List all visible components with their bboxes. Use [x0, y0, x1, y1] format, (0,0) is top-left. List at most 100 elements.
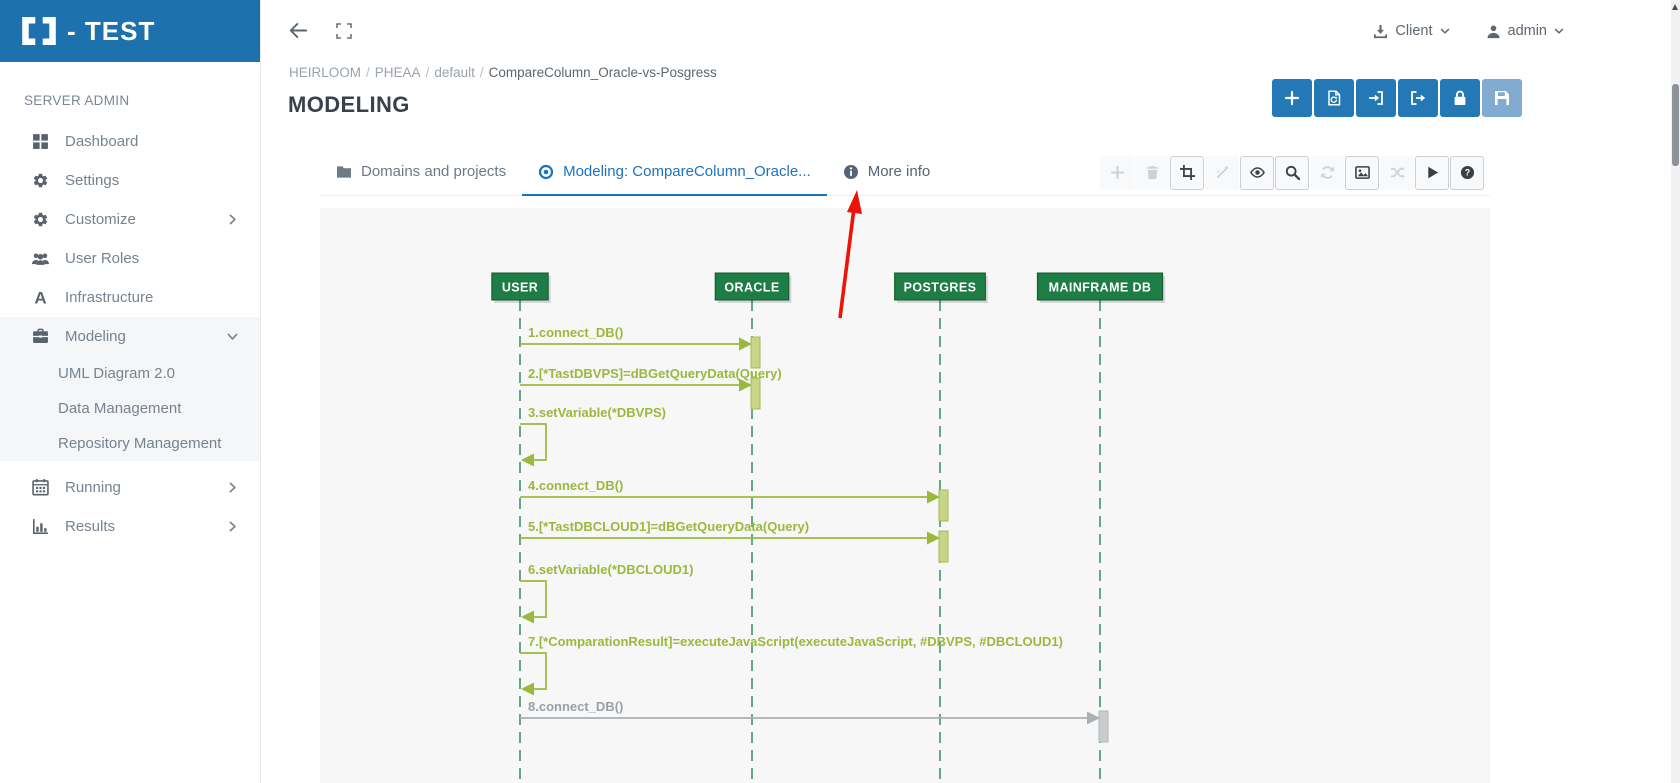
toolbar-crop-button[interactable]: [1170, 156, 1204, 190]
message-label: 2.[*TastDBVPS]=dBGetQueryData(Query): [528, 366, 782, 381]
sidebar-item-modeling[interactable]: Modeling: [0, 317, 260, 356]
lock-button[interactable]: [1440, 79, 1480, 117]
sidebar-item-results[interactable]: Results: [0, 507, 260, 546]
shuffle-icon: [1390, 165, 1405, 180]
arrowhead-icon: [521, 454, 534, 467]
breadcrumb-item[interactable]: HEIRLOOM: [289, 65, 361, 80]
heirloom-logo-icon: [22, 17, 56, 45]
message-1[interactable]: 1.connect_DB(): [520, 325, 752, 351]
sidebar-item-user-roles[interactable]: User Roles: [0, 239, 260, 278]
breadcrumb: HEIRLOOM/PHEAA/default/CompareColumn_Ora…: [289, 65, 717, 80]
toolbar-zoom-button[interactable]: [1275, 156, 1309, 190]
arrowhead-icon: [1087, 712, 1100, 725]
wand-icon: [1215, 165, 1230, 180]
action-buttons: [1272, 79, 1522, 117]
message-2[interactable]: 2.[*TastDBVPS]=dBGetQueryData(Query): [520, 366, 782, 392]
gear-icon: [32, 211, 51, 228]
page-title: MODELING: [288, 92, 410, 118]
activation-bar: [751, 337, 760, 368]
back-button[interactable]: [288, 21, 309, 40]
sidebar-item-infrastructure[interactable]: AInfrastructure: [0, 278, 260, 317]
toolbar-run-button[interactable]: [1415, 156, 1449, 190]
info-icon: [843, 164, 859, 180]
toolbar-image-button[interactable]: [1345, 156, 1379, 190]
arrowhead-icon: [927, 532, 940, 545]
sign-out-button[interactable]: [1398, 79, 1438, 117]
sidebar-item-label: Results: [65, 518, 115, 535]
download-icon: [1373, 24, 1388, 39]
sidebar-active-group: Modeling UML Diagram 2.0Data Management Re…: [0, 317, 260, 461]
sequence-diagram[interactable]: 1.connect_DB() 2.[*TastDBVPS]=dBGetQueryD…: [320, 208, 1490, 783]
sidebar-subitem-uml-diagram-2-0[interactable]: UML Diagram 2.0: [0, 356, 260, 391]
client-dropdown[interactable]: Client: [1373, 23, 1449, 39]
page-scrollbar[interactable]: [1671, 0, 1680, 783]
actor-oracle[interactable]: ORACLE: [715, 273, 791, 303]
sidebar-item-label: Dashboard: [65, 133, 138, 150]
sidebar-item-settings[interactable]: Settings: [0, 161, 260, 200]
message-6[interactable]: 6.setVariable(*DBCLOUD1): [520, 562, 693, 624]
grid-icon: [32, 133, 51, 150]
tab-strip: Domains and projects Modeling: CompareCol…: [320, 150, 1490, 196]
tab-more-info[interactable]: More info: [827, 150, 947, 196]
logo-text: - TEST: [67, 16, 155, 47]
tab-label: Domains and projects: [361, 163, 506, 180]
folder-icon: [336, 164, 352, 180]
user-icon: [1486, 24, 1501, 39]
sidebar-subitem-data-management[interactable]: Data Management: [0, 391, 260, 426]
file-button[interactable]: [1314, 79, 1354, 117]
tab-domains-and-projects[interactable]: Domains and projects: [320, 150, 522, 196]
plus-icon: [1284, 90, 1300, 106]
trash-icon: [1145, 165, 1160, 180]
admin-label: admin: [1508, 23, 1548, 39]
sidebar-item-customize[interactable]: Customize: [0, 200, 260, 239]
sidebar-item-dashboard[interactable]: Dashboard: [0, 122, 260, 161]
sign-in-button[interactable]: [1356, 79, 1396, 117]
toolbar-delete-button: [1135, 156, 1169, 190]
sidebar-item-running[interactable]: Running: [0, 468, 260, 507]
arrowhead-icon: [521, 611, 534, 624]
add-button[interactable]: [1272, 79, 1312, 117]
sidebar-nav: Dashboard SettingsCustomizeUser RolesAInf…: [0, 122, 260, 546]
message-4[interactable]: 4.connect_DB(): [520, 478, 940, 504]
message-label: 3.setVariable(*DBVPS): [528, 405, 666, 420]
message-5[interactable]: 5.[*TastDBCLOUD1]=dBGetQueryData(Query): [520, 519, 940, 545]
chevron-down-icon: [1440, 26, 1450, 36]
actor-mainframe-db[interactable]: MAINFRAME DB: [1037, 273, 1165, 303]
tab-label: More info: [868, 163, 931, 180]
help-icon: ?: [1460, 165, 1475, 180]
chevron-right-icon: [227, 521, 238, 532]
breadcrumb-separator: /: [366, 65, 370, 80]
message-3[interactable]: 3.setVariable(*DBVPS): [520, 405, 666, 467]
play-icon: [1425, 165, 1440, 180]
scrollbar-thumb[interactable]: [1672, 84, 1679, 166]
breadcrumb-item[interactable]: PHEAA: [375, 65, 421, 80]
sidebar-subitem-repository-management[interactable]: Repository Management: [0, 426, 260, 461]
fullscreen-button[interactable]: [336, 23, 352, 39]
breadcrumb-item[interactable]: default: [434, 65, 475, 80]
sidebar-section-label: SERVER ADMIN: [24, 93, 129, 108]
file-sync-icon: [1326, 90, 1342, 106]
toolbar-preview-button[interactable]: [1240, 156, 1274, 190]
sidebar-subitem-label: Repository Management: [58, 435, 221, 452]
bar-chart-icon: [32, 518, 51, 535]
actor-postgres[interactable]: POSTGRES: [895, 273, 988, 303]
actor-user[interactable]: USER: [492, 273, 551, 303]
breadcrumb-item[interactable]: CompareColumn_Oracle-vs-Posgress: [489, 65, 717, 80]
sidebar: - TEST SERVER ADMIN Dashboard SettingsCus…: [0, 0, 261, 783]
message-7[interactable]: 7.[*ComparationResult]=executeJavaScript…: [520, 634, 1063, 696]
tab-modeling-comparecolumn-oracle[interactable]: Modeling: CompareColumn_Oracle...: [522, 150, 827, 196]
message-label: 8.connect_DB(): [528, 699, 623, 714]
toolbar-help-button[interactable]: ?: [1450, 156, 1484, 190]
search-icon: [1285, 165, 1300, 180]
svg-text:A: A: [34, 289, 46, 306]
admin-dropdown[interactable]: admin: [1486, 23, 1565, 39]
svg-text:?: ?: [1464, 168, 1469, 178]
scrollbar-up-arrow[interactable]: [1672, 4, 1678, 10]
app-logo[interactable]: - TEST: [0, 0, 260, 62]
message-8[interactable]: 8.connect_DB(): [520, 699, 1100, 725]
save-button[interactable]: [1482, 79, 1522, 117]
diagram-canvas[interactable]: 1.connect_DB() 2.[*TastDBVPS]=dBGetQueryD…: [320, 208, 1490, 783]
sidebar-item-label: Modeling: [65, 328, 126, 345]
chevron-down-icon: [227, 331, 238, 342]
message-label: 1.connect_DB(): [528, 325, 623, 340]
